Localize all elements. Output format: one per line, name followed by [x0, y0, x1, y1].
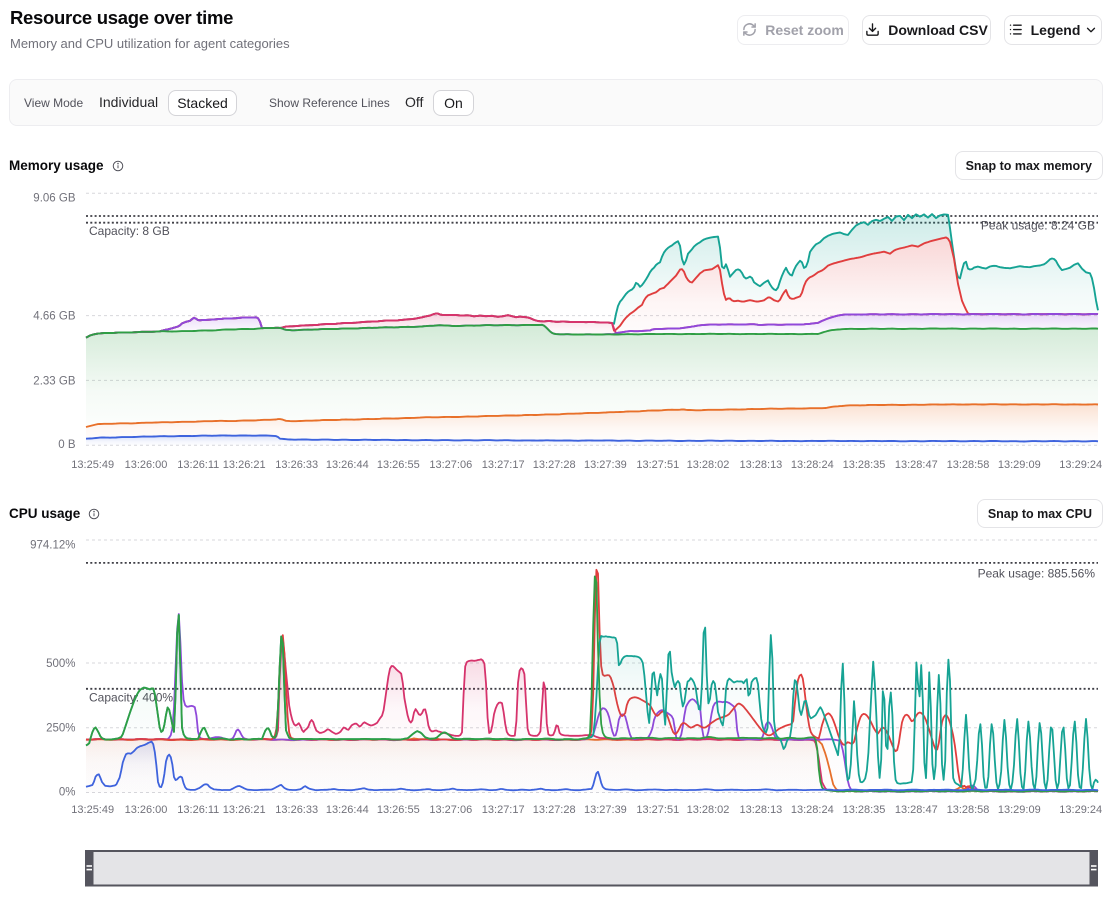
svg-text:13:29:09: 13:29:09	[998, 804, 1041, 816]
svg-text:13:28:35: 13:28:35	[843, 459, 886, 471]
svg-text:13:26:00: 13:26:00	[125, 804, 168, 816]
svg-text:13:26:44: 13:26:44	[326, 459, 369, 471]
svg-text:13:26:00: 13:26:00	[125, 459, 168, 471]
svg-text:13:26:11: 13:26:11	[177, 804, 219, 816]
svg-text:0 B: 0 B	[58, 439, 76, 451]
svg-text:13:27:28: 13:27:28	[533, 804, 576, 816]
svg-text:13:26:11: 13:26:11	[177, 459, 219, 471]
svg-text:Capacity: 400%: Capacity: 400%	[89, 691, 173, 705]
svg-text:13:27:06: 13:27:06	[429, 804, 472, 816]
svg-text:13:28:24: 13:28:24	[791, 804, 834, 816]
svg-text:13:26:55: 13:26:55	[377, 459, 420, 471]
svg-text:0%: 0%	[59, 787, 76, 799]
svg-text:13:27:06: 13:27:06	[429, 459, 472, 471]
svg-text:Peak usage: 885.56%: Peak usage: 885.56%	[978, 567, 1096, 581]
svg-text:13:26:44: 13:26:44	[326, 804, 369, 816]
svg-text:13:29:24: 13:29:24	[1059, 459, 1102, 471]
svg-text:13:27:39: 13:27:39	[584, 804, 627, 816]
svg-text:13:26:33: 13:26:33	[275, 459, 318, 471]
svg-text:13:26:21: 13:26:21	[223, 804, 266, 816]
svg-text:13:26:33: 13:26:33	[275, 804, 318, 816]
svg-text:13:28:02: 13:28:02	[687, 459, 730, 471]
svg-text:Capacity: 8 GB: Capacity: 8 GB	[89, 224, 170, 238]
svg-text:250%: 250%	[46, 723, 75, 735]
svg-text:13:29:09: 13:29:09	[998, 459, 1041, 471]
svg-text:4.66 GB: 4.66 GB	[33, 311, 76, 323]
svg-text:Peak usage: 8.24 GB: Peak usage: 8.24 GB	[981, 219, 1095, 233]
svg-text:13:28:47: 13:28:47	[895, 804, 938, 816]
svg-text:13:25:49: 13:25:49	[71, 459, 114, 471]
svg-text:13:28:58: 13:28:58	[947, 804, 990, 816]
svg-text:13:28:47: 13:28:47	[895, 459, 938, 471]
svg-text:13:26:21: 13:26:21	[223, 459, 266, 471]
svg-text:13:27:28: 13:27:28	[533, 459, 576, 471]
svg-text:13:27:51: 13:27:51	[636, 804, 679, 816]
svg-text:2.33 GB: 2.33 GB	[33, 375, 76, 387]
svg-text:9.06 GB: 9.06 GB	[33, 193, 76, 205]
svg-text:13:29:24: 13:29:24	[1059, 804, 1102, 816]
svg-text:13:25:49: 13:25:49	[71, 804, 114, 816]
svg-text:13:28:35: 13:28:35	[843, 804, 886, 816]
svg-text:13:28:13: 13:28:13	[739, 459, 782, 471]
svg-text:13:27:39: 13:27:39	[584, 459, 627, 471]
svg-text:13:28:13: 13:28:13	[739, 804, 782, 816]
svg-text:13:26:55: 13:26:55	[377, 804, 420, 816]
svg-text:974.12%: 974.12%	[30, 539, 75, 551]
svg-text:13:28:58: 13:28:58	[947, 459, 990, 471]
svg-text:13:28:24: 13:28:24	[791, 459, 834, 471]
svg-text:500%: 500%	[46, 658, 75, 670]
svg-text:13:27:17: 13:27:17	[482, 804, 525, 816]
svg-text:13:28:02: 13:28:02	[687, 804, 730, 816]
svg-text:13:27:51: 13:27:51	[636, 459, 679, 471]
svg-text:13:27:17: 13:27:17	[482, 459, 525, 471]
